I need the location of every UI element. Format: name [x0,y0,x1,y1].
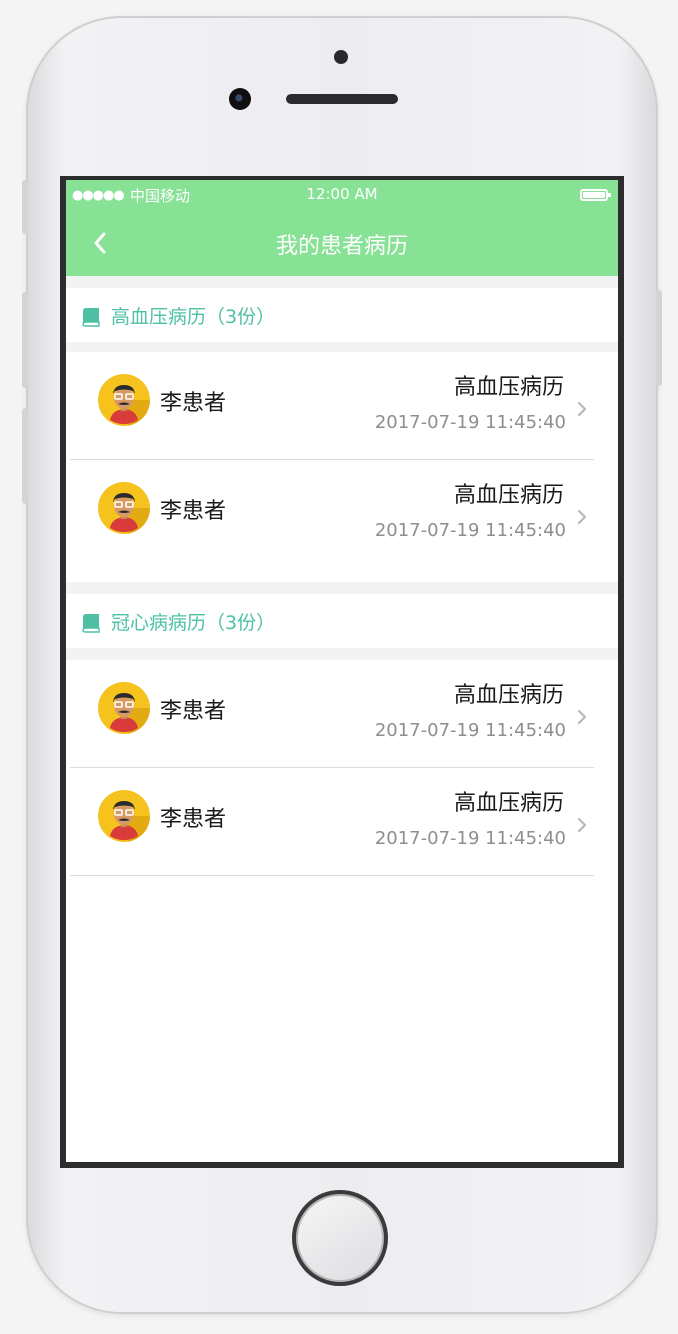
record-title: 高血压病历 [453,683,564,708]
earpiece-speaker [286,94,398,104]
patient-name: 李患者 [160,391,227,416]
patient-name: 李患者 [160,499,227,524]
record-date: 2017-07-19 11:45:40 [374,412,566,433]
section-gap [66,276,618,288]
nav-header: ●●●●● 中国移动 12:00 AM 我的患者病历 [66,180,618,276]
patient-name: 李患者 [160,807,227,832]
section-header-coronary: 冠心病病历（3份） [66,594,618,648]
chevron-right-icon [578,818,586,832]
home-button[interactable] [292,1190,388,1286]
mute-switch [22,180,28,234]
volume-down-button [22,408,28,504]
app-view: ●●●●● 中国移动 12:00 AM 我的患者病历 高血压病历（3份） 李患者… [66,180,618,1162]
record-date: 2017-07-19 11:45:40 [374,828,566,849]
record-title: 高血压病历 [453,483,564,508]
record-title: 高血压病历 [453,791,564,816]
power-button [656,290,662,386]
status-bar: ●●●●● 中国移动 12:00 AM [66,180,618,210]
volume-up-button [22,292,28,388]
chevron-right-icon [578,402,586,416]
record-date: 2017-07-19 11:45:40 [374,520,566,541]
record-row[interactable]: 李患者 高血压病历 2017-07-19 11:45:40 [66,352,618,460]
section-gap [66,342,618,352]
record-date: 2017-07-19 11:45:40 [374,720,566,741]
section-gap [66,648,618,660]
book-icon [82,308,100,327]
row-divider [70,875,594,876]
avatar [98,374,150,426]
page-title: 我的患者病历 [275,234,408,259]
screen: ●●●●● 中国移动 12:00 AM 我的患者病历 高血压病历（3份） 李患者… [60,176,624,1168]
avatar [98,482,150,534]
avatar [98,682,150,734]
status-time: 12:00 AM [306,185,378,203]
avatar [98,790,150,842]
section-label: 冠心病病历（3份） [111,612,276,634]
record-row[interactable]: 李患者 高血压病历 2017-07-19 11:45:40 [66,460,618,568]
section-label: 高血压病历（3份） [111,306,276,328]
chevron-right-icon [578,510,586,524]
chevron-right-icon [578,710,586,724]
record-title: 高血压病历 [453,375,564,400]
battery-icon [580,189,611,201]
front-camera [229,88,251,110]
proximity-sensor [334,50,348,64]
record-row[interactable]: 李患者 高血压病历 2017-07-19 11:45:40 [66,768,618,876]
record-row[interactable]: 李患者 高血压病历 2017-07-19 11:45:40 [66,660,618,768]
book-icon [82,614,100,633]
section-header-hypertension: 高血压病历（3份） [66,288,618,342]
section-gap [66,582,618,594]
patient-name: 李患者 [160,699,227,724]
